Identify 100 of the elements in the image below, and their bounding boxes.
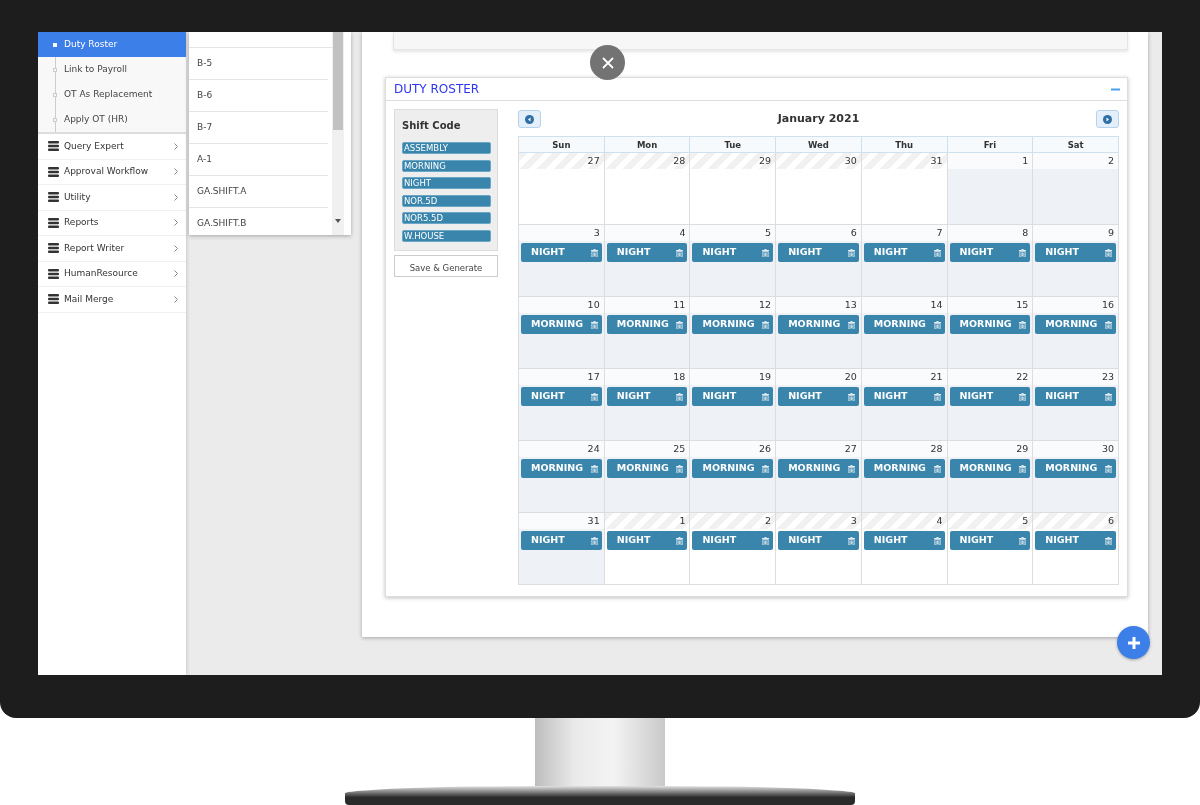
dropdown-item[interactable]: GA.SHIFT.B bbox=[189, 208, 328, 240]
day-cell[interactable]: 6 NIGHT bbox=[1033, 513, 1119, 585]
trash-icon[interactable] bbox=[676, 536, 684, 545]
shift-event[interactable]: NIGHT bbox=[863, 387, 945, 406]
trash-icon[interactable] bbox=[1105, 248, 1112, 257]
day-cell[interactable]: 8 NIGHT bbox=[947, 225, 1034, 297]
trash-icon[interactable] bbox=[762, 464, 770, 473]
dropdown-item[interactable]: B-6 bbox=[189, 80, 328, 112]
day-cell[interactable]: 10 MORNING bbox=[519, 297, 605, 369]
shift-event[interactable]: NIGHT bbox=[606, 531, 688, 550]
day-cell[interactable]: 19 NIGHT bbox=[690, 369, 777, 441]
submenu-item[interactable]: OT As Replacement bbox=[38, 82, 186, 107]
day-cell[interactable]: 30 MORNING bbox=[1033, 441, 1119, 513]
menu-item[interactable]: HumanResource bbox=[38, 261, 186, 287]
shift-event[interactable]: NIGHT bbox=[863, 243, 945, 262]
shift-event[interactable]: NIGHT bbox=[949, 531, 1031, 550]
trash-icon[interactable] bbox=[762, 392, 770, 401]
menu-item[interactable]: Reports bbox=[38, 210, 186, 236]
day-cell[interactable]: 25 MORNING bbox=[604, 441, 691, 513]
shift-event[interactable]: NIGHT bbox=[606, 243, 688, 262]
day-cell[interactable]: 20 NIGHT bbox=[776, 369, 862, 441]
add-button[interactable] bbox=[1117, 626, 1150, 659]
day-cell[interactable]: 11 MORNING bbox=[604, 297, 691, 369]
shift-event[interactable]: MORNING bbox=[949, 459, 1031, 478]
shift-event[interactable]: NIGHT bbox=[692, 387, 774, 406]
day-cell[interactable]: 15 MORNING bbox=[947, 297, 1034, 369]
trash-icon[interactable] bbox=[1019, 248, 1027, 257]
day-cell[interactable]: 22 NIGHT bbox=[947, 369, 1034, 441]
trash-icon[interactable] bbox=[1019, 464, 1027, 473]
shift-event[interactable]: MORNING bbox=[606, 459, 688, 478]
day-cell[interactable]: 27 bbox=[519, 153, 605, 225]
day-cell[interactable]: 16 MORNING bbox=[1033, 297, 1119, 369]
day-cell[interactable]: 17 NIGHT bbox=[519, 369, 605, 441]
dropdown-item[interactable]: B-7 bbox=[189, 112, 328, 144]
shift-event[interactable]: MORNING bbox=[1035, 315, 1116, 334]
shift-event[interactable]: MORNING bbox=[949, 315, 1031, 334]
day-cell[interactable]: 26 MORNING bbox=[690, 441, 777, 513]
day-cell[interactable]: 23 NIGHT bbox=[1033, 369, 1119, 441]
dropdown-item[interactable]: GA.SHIFT.A bbox=[189, 176, 328, 208]
day-cell[interactable]: 7 NIGHT bbox=[861, 225, 948, 297]
shift-event[interactable]: NIGHT bbox=[692, 243, 774, 262]
day-cell[interactable]: 4 NIGHT bbox=[861, 513, 948, 585]
day-cell[interactable]: 31 bbox=[861, 153, 948, 225]
trash-icon[interactable] bbox=[933, 392, 941, 401]
trash-icon[interactable] bbox=[933, 248, 941, 257]
trash-icon[interactable] bbox=[590, 320, 598, 329]
trash-icon[interactable] bbox=[762, 248, 770, 257]
day-cell[interactable]: 9 NIGHT bbox=[1033, 225, 1119, 297]
trash-icon[interactable] bbox=[847, 464, 855, 473]
trash-icon[interactable] bbox=[590, 392, 598, 401]
shift-event[interactable]: NIGHT bbox=[521, 243, 602, 262]
day-cell[interactable]: 12 MORNING bbox=[690, 297, 777, 369]
menu-item[interactable]: Utility bbox=[38, 185, 186, 211]
day-cell[interactable]: 4 NIGHT bbox=[604, 225, 691, 297]
menu-item[interactable]: Approval Workflow bbox=[38, 159, 186, 185]
trash-icon[interactable] bbox=[933, 320, 941, 329]
dropdown-item[interactable]: A-1 bbox=[189, 144, 328, 176]
scrollbar-thumb[interactable] bbox=[333, 32, 343, 130]
day-cell[interactable]: 29 MORNING bbox=[947, 441, 1034, 513]
shift-code-tag[interactable]: NIGHT bbox=[402, 177, 491, 189]
trash-icon[interactable] bbox=[933, 464, 941, 473]
trash-icon[interactable] bbox=[1105, 320, 1112, 329]
menu-item[interactable]: Query Expert bbox=[38, 134, 186, 160]
day-cell[interactable]: 1 bbox=[947, 153, 1034, 225]
submenu-item[interactable]: Apply OT (HR) bbox=[38, 107, 186, 132]
trash-icon[interactable] bbox=[847, 392, 855, 401]
day-cell[interactable]: 1 NIGHT bbox=[604, 513, 691, 585]
shift-event[interactable]: MORNING bbox=[692, 459, 774, 478]
trash-icon[interactable] bbox=[847, 320, 855, 329]
trash-icon[interactable] bbox=[1019, 320, 1027, 329]
trash-icon[interactable] bbox=[933, 536, 941, 545]
day-cell[interactable]: 14 MORNING bbox=[861, 297, 948, 369]
shift-event[interactable]: NIGHT bbox=[1035, 243, 1116, 262]
shift-event[interactable]: MORNING bbox=[1035, 459, 1116, 478]
shift-event[interactable]: NIGHT bbox=[863, 531, 945, 550]
down-arrow-icon[interactable] bbox=[335, 219, 341, 223]
shift-code-tag[interactable]: MORNING bbox=[402, 159, 491, 172]
shift-event[interactable]: NIGHT bbox=[949, 387, 1031, 406]
trash-icon[interactable] bbox=[847, 248, 855, 257]
trash-icon[interactable] bbox=[1105, 464, 1112, 473]
shift-event[interactable]: NIGHT bbox=[692, 531, 774, 550]
shift-event[interactable]: MORNING bbox=[606, 315, 688, 334]
day-cell[interactable]: 2 NIGHT bbox=[690, 513, 777, 585]
save-generate-button[interactable]: Save & Generate bbox=[394, 255, 498, 277]
trash-icon[interactable] bbox=[676, 320, 684, 329]
trash-icon[interactable] bbox=[590, 536, 598, 545]
day-cell[interactable]: 5 NIGHT bbox=[947, 513, 1034, 585]
submenu-item[interactable]: Duty Roster bbox=[38, 32, 186, 57]
shift-event[interactable]: NIGHT bbox=[521, 387, 602, 406]
day-cell[interactable]: 29 bbox=[690, 153, 777, 225]
minus-icon[interactable] bbox=[1111, 87, 1120, 91]
trash-icon[interactable] bbox=[1105, 536, 1112, 545]
shift-code-tag[interactable]: W.HOUSE bbox=[402, 229, 491, 242]
trash-icon[interactable] bbox=[676, 392, 684, 401]
shift-event[interactable]: NIGHT bbox=[778, 387, 859, 406]
shift-event[interactable]: MORNING bbox=[521, 459, 602, 478]
day-cell[interactable]: 3 NIGHT bbox=[776, 513, 862, 585]
shift-event[interactable]: NIGHT bbox=[521, 531, 602, 550]
dropdown-item[interactable]: B-5 bbox=[189, 48, 328, 80]
shift-code-tag[interactable]: NOR5.5D bbox=[402, 212, 491, 224]
